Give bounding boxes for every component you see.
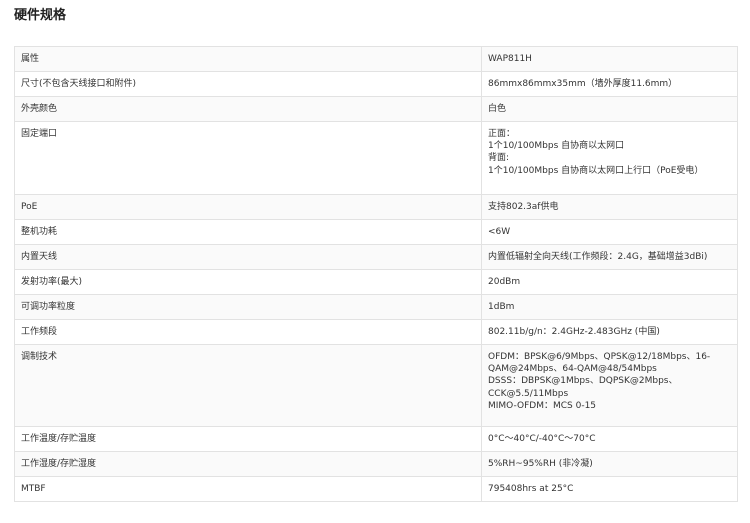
spec-value-line: 795408hrs at 25°C xyxy=(488,484,574,494)
spec-value: 支持802.3af供电 xyxy=(481,194,738,220)
spec-value-line: 1个10/100Mbps 自协商以太网口 xyxy=(488,141,625,152)
table-row: 调制技术 OFDM：BPSK@6/9Mbps、QPSK@12/18Mbps、16… xyxy=(14,344,738,427)
spec-label: 工作温度/存贮温度 xyxy=(14,426,482,452)
table-row: 工作频段 802.11b/g/n：2.4GHz-2.483GHz (中国) xyxy=(14,319,738,345)
spec-value-line: MIMO-OFDM：MCS 0-15 xyxy=(488,400,597,411)
spec-label: 尺寸(不包含天线接口和附件) xyxy=(14,71,482,97)
table-row: 发射功率(最大) 20dBm xyxy=(14,269,738,295)
spec-value-line: DSSS：DBPSK@1Mbps、DQPSK@2Mbps、 xyxy=(488,376,678,387)
spec-label: 外壳颜色 xyxy=(14,96,482,122)
spec-value: 白色 xyxy=(481,96,738,122)
table-row: 尺寸(不包含天线接口和附件) 86mmx86mmx35mm（墙外厚度11.6mm… xyxy=(14,71,738,97)
spec-value: 86mmx86mmx35mm（墙外厚度11.6mm） xyxy=(481,71,738,97)
spec-label: PoE xyxy=(14,194,482,220)
spec-label: 可调功率粒度 xyxy=(14,294,482,320)
spec-value: OFDM：BPSK@6/9Mbps、QPSK@12/18Mbps、16- QAM… xyxy=(481,344,738,427)
spec-label: MTBF xyxy=(14,476,482,502)
spec-value-line: 内置低辐射全向天线(工作频段：2.4G，基础增益3dBi) xyxy=(488,252,708,262)
spec-value-line: 802.11b/g/n：2.4GHz-2.483GHz (中国) xyxy=(488,327,660,337)
spec-value-line: OFDM：BPSK@6/9Mbps、QPSK@12/18Mbps、16- xyxy=(488,352,711,362)
spec-value: 802.11b/g/n：2.4GHz-2.483GHz (中国) xyxy=(481,319,738,345)
spec-value-line: 1dBm xyxy=(488,302,515,312)
spec-value-line: 20dBm xyxy=(488,277,521,287)
spec-value-line: 0°C～40°C/-40°C～70°C xyxy=(488,434,596,444)
table-row: 整机功耗 <6W xyxy=(14,219,738,245)
table-row: 工作温度/存贮温度 0°C～40°C/-40°C～70°C xyxy=(14,426,738,452)
spec-label: 属性 xyxy=(14,46,482,72)
spec-value-line: 白色 xyxy=(488,104,507,114)
spec-label: 发射功率(最大) xyxy=(14,269,482,295)
spec-value-line: <6W xyxy=(488,227,511,237)
spec-table: 属性 WAP811H 尺寸(不包含天线接口和附件) 86mmx86mmx35mm… xyxy=(14,46,738,502)
spec-value: 正面： 1个10/100Mbps 自协商以太网口 背面: 1个10/100Mbp… xyxy=(481,121,738,195)
spec-label: 工作湿度/存贮湿度 xyxy=(14,451,482,477)
spec-value-line: 正面： xyxy=(488,129,516,139)
spec-value-line: 1个10/100Mbps 自协商以太网口上行口（PoE受电） xyxy=(488,165,704,176)
spec-value: WAP811H xyxy=(481,46,738,72)
table-row: 属性 WAP811H xyxy=(14,46,738,72)
spec-value-line: CCK@5.5/11Mbps xyxy=(488,388,569,399)
spec-label: 工作频段 xyxy=(14,319,482,345)
spec-value-line: QAM@24Mbps、64-QAM@48/54Mbps xyxy=(488,364,657,375)
spec-label: 调制技术 xyxy=(14,344,482,427)
spec-value: 795408hrs at 25°C xyxy=(481,476,738,502)
spec-value: 20dBm xyxy=(481,269,738,295)
spec-value: <6W xyxy=(481,219,738,245)
spec-page: 硬件规格 属性 WAP811H 尺寸(不包含天线接口和附件) 86mmx86mm… xyxy=(0,0,750,523)
spec-value: 0°C～40°C/-40°C～70°C xyxy=(481,426,738,452)
spec-value: 内置低辐射全向天线(工作频段：2.4G，基础增益3dBi) xyxy=(481,244,738,270)
spec-label: 整机功耗 xyxy=(14,219,482,245)
table-row: PoE 支持802.3af供电 xyxy=(14,194,738,220)
table-row: 工作湿度/存贮湿度 5%RH~95%RH (非冷凝) xyxy=(14,451,738,477)
spec-value: 1dBm xyxy=(481,294,738,320)
table-row: 外壳颜色 白色 xyxy=(14,96,738,122)
spec-value-line: 支持802.3af供电 xyxy=(488,202,559,212)
spec-table-body: 属性 WAP811H 尺寸(不包含天线接口和附件) 86mmx86mmx35mm… xyxy=(14,46,738,502)
spec-value-line: 背面: xyxy=(488,153,510,164)
table-row: 内置天线 内置低辐射全向天线(工作频段：2.4G，基础增益3dBi) xyxy=(14,244,738,270)
spec-value: 5%RH~95%RH (非冷凝) xyxy=(481,451,738,477)
table-row: 固定端口 正面： 1个10/100Mbps 自协商以太网口 背面: 1个10/1… xyxy=(14,121,738,195)
table-row: 可调功率粒度 1dBm xyxy=(14,294,738,320)
spec-label: 内置天线 xyxy=(14,244,482,270)
spec-value-line: WAP811H xyxy=(488,54,532,64)
spec-value-line: 86mmx86mmx35mm（墙外厚度11.6mm） xyxy=(488,79,678,89)
table-row: MTBF 795408hrs at 25°C xyxy=(14,476,738,502)
spec-value-line: 5%RH~95%RH (非冷凝) xyxy=(488,459,593,469)
spec-label: 固定端口 xyxy=(14,121,482,195)
page-title: 硬件规格 xyxy=(14,8,67,23)
